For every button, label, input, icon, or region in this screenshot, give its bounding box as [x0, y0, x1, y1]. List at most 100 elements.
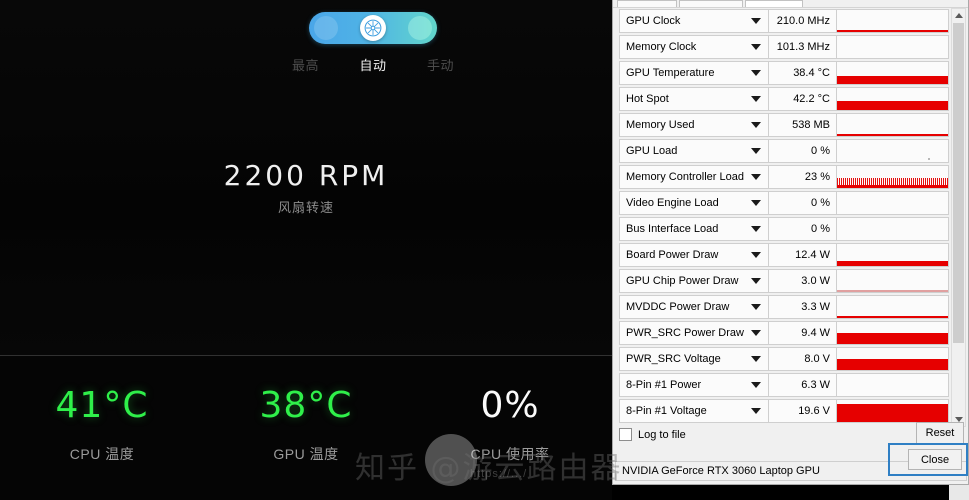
- sensor-name-label: Memory Used: [626, 119, 695, 131]
- sensor-name-dropdown[interactable]: Hot Spot: [619, 87, 769, 111]
- sensor-name-dropdown[interactable]: Memory Controller Load: [619, 165, 769, 189]
- log-to-file-checkbox[interactable]: [619, 428, 632, 441]
- sensor-value: 101.3 MHz: [769, 35, 837, 59]
- chevron-down-icon[interactable]: [751, 70, 761, 76]
- toggle-dot-left: [314, 16, 338, 40]
- fan-mode-labels: 最高 自动 手动: [292, 55, 454, 74]
- sensor-sparkline: [837, 269, 949, 293]
- gpu-model-text: NVIDIA GeForce RTX 3060 Laptop GPU: [622, 465, 820, 477]
- chevron-down-icon[interactable]: [751, 96, 761, 102]
- sensor-row: PWR_SRC Power Draw 9.4 W: [615, 320, 953, 346]
- sensor-row: PWR_SRC Voltage 8.0 V: [615, 346, 953, 372]
- scrollbar-thumb[interactable]: [953, 23, 964, 343]
- sensor-name-label: PWR_SRC Power Draw: [626, 327, 744, 339]
- fan-snowflake-icon[interactable]: [360, 15, 386, 41]
- sparkline-fill: [837, 261, 948, 266]
- sensor-sparkline: [837, 295, 949, 319]
- sparkline-noise: [837, 178, 948, 188]
- sparkline-fill: [837, 134, 948, 136]
- reset-button[interactable]: Reset: [916, 422, 964, 444]
- sensor-row: GPU Temperature 38.4 °C: [615, 60, 953, 86]
- sensor-value: 0 %: [769, 139, 837, 163]
- chevron-down-icon[interactable]: [751, 122, 761, 128]
- sensor-name-dropdown[interactable]: Memory Used: [619, 113, 769, 137]
- sparkline-fill: [837, 30, 948, 32]
- sensor-row: GPU Chip Power Draw 3.0 W: [615, 268, 953, 294]
- close-button[interactable]: Close: [908, 449, 962, 470]
- stat-cell-cpu-temp: 41°C CPU 温度: [0, 382, 204, 464]
- log-to-file-row[interactable]: Log to file: [619, 428, 686, 441]
- sensor-name-label: 8-Pin #1 Power: [626, 379, 702, 391]
- sensor-sparkline: [837, 399, 949, 423]
- chevron-down-icon[interactable]: [751, 252, 761, 258]
- sensor-name-dropdown[interactable]: Bus Interface Load: [619, 217, 769, 241]
- sensor-name-dropdown[interactable]: MVDDC Power Draw: [619, 295, 769, 319]
- chevron-down-icon[interactable]: [751, 278, 761, 284]
- sensor-row: Video Engine Load 0 %: [615, 190, 953, 216]
- chevron-down-icon[interactable]: [751, 408, 761, 414]
- gpuz-tab-strip[interactable]: [613, 0, 968, 8]
- chevron-down-icon[interactable]: [751, 18, 761, 24]
- fan-mode-auto[interactable]: 自动: [359, 55, 386, 74]
- gpuz-tab-stub-1[interactable]: [617, 0, 677, 7]
- sensor-value: 42.2 °C: [769, 87, 837, 111]
- sensor-name-dropdown[interactable]: GPU Load: [619, 139, 769, 163]
- sensor-row: Memory Controller Load 23 %: [615, 164, 953, 190]
- sensor-name-dropdown[interactable]: GPU Chip Power Draw: [619, 269, 769, 293]
- gpuz-tab-stub-sensors[interactable]: [745, 0, 803, 7]
- gpu-temp-value: 38°C: [259, 385, 353, 426]
- desktop-background-strip: [612, 485, 969, 500]
- fan-control-panel: 最高 自动 手动 2200 RPM 风扇转速 41°C CPU 温度 38°C …: [0, 0, 612, 500]
- chevron-down-icon[interactable]: [751, 330, 761, 336]
- sensor-value: 210.0 MHz: [769, 9, 837, 33]
- chevron-down-icon[interactable]: [751, 382, 761, 388]
- chevron-down-icon[interactable]: [751, 174, 761, 180]
- sensor-name-dropdown[interactable]: Video Engine Load: [619, 191, 769, 215]
- gpuz-tab-stub-2[interactable]: [679, 0, 743, 7]
- chevron-down-icon[interactable]: [751, 200, 761, 206]
- sensor-value: 19.6 V: [769, 399, 837, 423]
- sensor-value: 538 MB: [769, 113, 837, 137]
- sensor-name-dropdown[interactable]: 8-Pin #1 Voltage: [619, 399, 769, 423]
- sensor-value: 12.4 W: [769, 243, 837, 267]
- sparkline-fill: [837, 404, 948, 422]
- sensor-sparkline: [837, 373, 949, 397]
- chevron-down-icon[interactable]: [751, 226, 761, 232]
- sensor-row: 8-Pin #1 Voltage 19.6 V: [615, 398, 953, 424]
- sensor-name-dropdown[interactable]: 8-Pin #1 Power: [619, 373, 769, 397]
- fan-mode-manual[interactable]: 手动: [427, 55, 454, 74]
- sensor-name-label: GPU Clock: [626, 15, 681, 27]
- fan-rpm-caption: 风扇转速: [277, 200, 334, 215]
- sparkline-fill: [837, 101, 948, 110]
- sensor-row: Hot Spot 42.2 °C: [615, 86, 953, 112]
- screenshot-root: 最高 自动 手动 2200 RPM 风扇转速 41°C CPU 温度 38°C …: [0, 0, 969, 500]
- fan-mode-toggle[interactable]: [309, 12, 437, 44]
- sensor-name-label: Board Power Draw: [626, 249, 719, 261]
- sensor-name-dropdown[interactable]: Board Power Draw: [619, 243, 769, 267]
- log-to-file-label: Log to file: [638, 428, 686, 441]
- sensor-name-dropdown[interactable]: Memory Clock: [619, 35, 769, 59]
- chevron-down-icon[interactable]: [751, 44, 761, 50]
- sensor-name-label: GPU Chip Power Draw: [626, 275, 739, 287]
- sensor-name-dropdown[interactable]: PWR_SRC Power Draw: [619, 321, 769, 345]
- sensor-name-dropdown[interactable]: PWR_SRC Voltage: [619, 347, 769, 371]
- sensor-name-label: 8-Pin #1 Voltage: [626, 405, 707, 417]
- sensor-row: Board Power Draw 12.4 W: [615, 242, 953, 268]
- chevron-down-icon[interactable]: [751, 356, 761, 362]
- sensor-name-dropdown[interactable]: GPU Clock: [619, 9, 769, 33]
- sensor-row: MVDDC Power Draw 3.3 W: [615, 294, 953, 320]
- sensor-name-label: Bus Interface Load: [626, 223, 719, 235]
- fan-mode-max[interactable]: 最高: [292, 55, 319, 74]
- sensor-name-dropdown[interactable]: GPU Temperature: [619, 61, 769, 85]
- sensor-value: 6.3 W: [769, 373, 837, 397]
- sensor-value: 9.4 W: [769, 321, 837, 345]
- chevron-down-icon[interactable]: [751, 148, 761, 154]
- sensor-sparkline: [837, 217, 949, 241]
- sensor-name-label: Video Engine Load: [626, 197, 719, 209]
- gpuz-vertical-scrollbar[interactable]: [951, 8, 966, 427]
- cpu-temp-value: 41°C: [55, 385, 149, 426]
- chevron-down-icon[interactable]: [751, 304, 761, 310]
- gpu-temp-label: GPU 温度: [273, 446, 339, 462]
- sensor-sparkline: [837, 61, 949, 85]
- scroll-up-arrow-icon[interactable]: [952, 9, 965, 22]
